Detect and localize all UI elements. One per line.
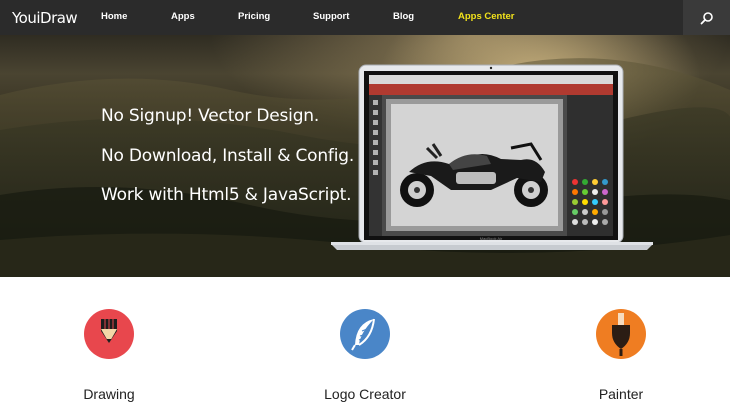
search-button[interactable]	[683, 0, 730, 35]
feather-icon	[340, 309, 390, 359]
laptop-mockup: MacBook Air	[331, 64, 653, 250]
nav-apps-center[interactable]: Apps Center	[458, 11, 514, 22]
feature-painter[interactable]: Painter	[541, 309, 701, 402]
nav-support[interactable]: Support	[313, 11, 349, 22]
feature-logo-creator[interactable]: Logo Creator	[285, 309, 445, 402]
site-logo[interactable]: YouiDraw	[12, 9, 78, 27]
hero-tagline-2: No Download, Install & Config.	[101, 146, 355, 166]
nav-pricing[interactable]: Pricing	[238, 11, 270, 22]
nav-home[interactable]: Home	[101, 11, 127, 22]
hero-tagline-1: No Signup! Vector Design.	[101, 106, 320, 126]
pencil-icon	[84, 309, 134, 359]
laptop-label: MacBook Air	[480, 236, 503, 241]
feature-drawing-label: Drawing	[83, 386, 135, 402]
search-icon	[700, 11, 713, 24]
top-navbar: YouiDraw Home Apps Pricing Support Blog …	[0, 0, 730, 35]
nav-blog[interactable]: Blog	[393, 11, 414, 22]
feature-logo-creator-label: Logo Creator	[324, 386, 406, 402]
hero-banner: No Signup! Vector Design. No Download, I…	[0, 35, 730, 277]
feature-drawing[interactable]: Drawing	[29, 309, 189, 402]
hero-tagline-3: Work with Html5 & JavaScript.	[101, 185, 352, 205]
brush-icon	[596, 309, 646, 359]
feature-painter-label: Painter	[598, 386, 644, 402]
features-section: Drawing Logo Creator Painter	[0, 277, 730, 411]
page: YouiDraw Home Apps Pricing Support Blog …	[0, 0, 730, 411]
nav-apps[interactable]: Apps	[171, 11, 195, 22]
